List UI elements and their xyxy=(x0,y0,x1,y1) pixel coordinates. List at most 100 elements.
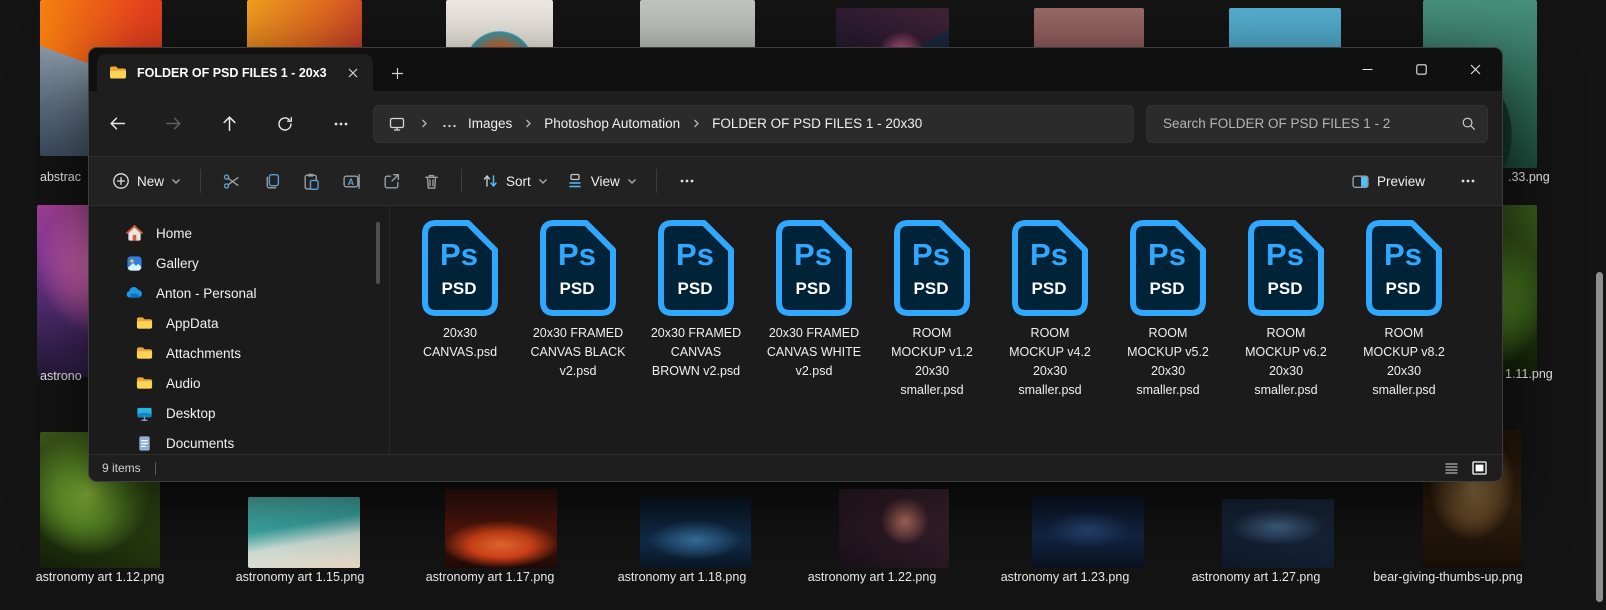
view-icon xyxy=(566,172,584,190)
background-file-label: astronomy art 1.17.png xyxy=(425,570,555,584)
svg-text:Ps: Ps xyxy=(912,237,950,272)
psd-file-icon: Ps PSD xyxy=(1365,219,1443,317)
forward-button[interactable] xyxy=(155,107,191,141)
thumb-astronomy-1-17[interactable] xyxy=(445,489,557,568)
preview-pane-icon xyxy=(1351,172,1370,191)
file-item[interactable]: Ps PSD 20x30 FRAMED CANVAS BROWN v2.psd xyxy=(640,219,752,381)
sidebar-scrollbar[interactable] xyxy=(376,222,380,284)
folder-icon xyxy=(135,316,153,330)
tab-bar: FOLDER OF PSD FILES 1 - 20x3 xyxy=(89,48,1502,91)
file-item[interactable]: Ps PSD 20x30 FRAMED CANVAS WHITE v2.psd xyxy=(758,219,870,381)
svg-text:PSD: PSD xyxy=(1386,279,1421,298)
view-button[interactable]: View xyxy=(557,166,646,196)
svg-text:PSD: PSD xyxy=(1150,279,1185,298)
files-grid: Ps PSD 20x30 CANVAS.psd Ps PSD 20x30 FRAMED CAN… xyxy=(390,206,1502,454)
sidebar-item-gallery[interactable]: Gallery xyxy=(95,248,383,278)
explorer-tab[interactable]: FOLDER OF PSD FILES 1 - 20x3 xyxy=(97,54,373,91)
sidebar-item-audio[interactable]: Audio xyxy=(95,368,383,398)
background-file-label: astronomy art 1.18.png xyxy=(617,570,747,584)
svg-text:PSD: PSD xyxy=(1268,279,1303,298)
cut-button[interactable] xyxy=(211,164,251,198)
delete-button[interactable] xyxy=(411,164,451,198)
minimize-button[interactable] xyxy=(1340,52,1394,88)
sidebar-item-anton-personal[interactable]: Anton - Personal xyxy=(95,278,383,308)
sidebar-item-label: Desktop xyxy=(166,405,216,421)
paste-button[interactable] xyxy=(291,164,331,198)
chevron-right-icon xyxy=(689,118,703,129)
breadcrumb-item-1[interactable]: Images xyxy=(468,116,512,131)
file-name: ROOM MOCKUP v4.2 20x30 smaller.psd xyxy=(1009,326,1091,397)
chevron-down-icon xyxy=(538,176,548,186)
background-file-label: abstrac xyxy=(40,170,81,184)
sidebar-item-appdata[interactable]: AppData xyxy=(95,308,383,338)
file-item[interactable]: Ps PSD 20x30 FRAMED CANVAS BLACK v2.psd xyxy=(522,219,634,381)
file-item[interactable]: Ps PSD ROOM MOCKUP v5.2 20x30 smaller.psd xyxy=(1112,219,1224,400)
background-file-label: astronomy art 1.22.png xyxy=(807,570,937,584)
page-scrollbar[interactable] xyxy=(1596,272,1603,602)
sort-button[interactable]: Sort xyxy=(472,166,557,196)
search-icon[interactable] xyxy=(1460,115,1477,132)
svg-text:PSD: PSD xyxy=(796,279,831,298)
svg-text:PSD: PSD xyxy=(442,279,477,298)
background-file-label: 1.11.png xyxy=(1505,367,1553,381)
search-box[interactable] xyxy=(1146,104,1488,143)
maximize-button[interactable] xyxy=(1394,52,1448,88)
background-file-label: bear-giving-thumbs-up.png xyxy=(1373,570,1523,584)
copy-button[interactable] xyxy=(251,164,291,198)
back-button[interactable] xyxy=(99,107,135,141)
search-input[interactable] xyxy=(1161,115,1460,132)
svg-text:Ps: Ps xyxy=(1030,237,1068,272)
sidebar-item-desktop[interactable]: Desktop xyxy=(95,398,383,428)
file-item[interactable]: Ps PSD ROOM MOCKUP v1.2 20x30 smaller.psd xyxy=(876,219,988,400)
folder-icon xyxy=(135,376,153,390)
psd-file-icon: Ps PSD xyxy=(1247,219,1325,317)
home-icon xyxy=(125,224,143,242)
breadcrumb-item-2[interactable]: Photoshop Automation xyxy=(544,116,680,131)
background-file-label: astronomy art 1.23.png xyxy=(1000,570,1130,584)
this-pc-icon[interactable] xyxy=(386,115,408,133)
refresh-button[interactable] xyxy=(267,107,303,141)
background-file-label: .33.png xyxy=(1508,170,1550,184)
rename-button[interactable]: A xyxy=(331,164,371,198)
toolbar-more-icon[interactable] xyxy=(667,164,707,198)
sidebar-item-attachments[interactable]: Attachments xyxy=(95,338,383,368)
sidebar-item-home[interactable]: Home xyxy=(95,218,383,248)
details-view-icon[interactable] xyxy=(1442,459,1461,477)
thumb-astronomy-1-15[interactable] xyxy=(248,497,360,568)
file-name: 20x30 CANVAS.psd xyxy=(422,326,498,359)
breadcrumb-overflow-icon[interactable] xyxy=(440,119,459,129)
thumb-astronomy-1-22[interactable] xyxy=(839,489,949,568)
file-name: ROOM MOCKUP v5.2 20x30 smaller.psd xyxy=(1127,326,1209,397)
tab-close-icon[interactable] xyxy=(343,63,363,83)
share-button[interactable] xyxy=(371,164,411,198)
psd-file-icon: Ps PSD xyxy=(657,219,735,317)
close-window-button[interactable] xyxy=(1448,52,1502,88)
svg-text:Ps: Ps xyxy=(1148,237,1186,272)
sidebar-item-label: Audio xyxy=(166,375,201,391)
file-item[interactable]: Ps PSD ROOM MOCKUP v8.2 20x30 smaller.psd xyxy=(1348,219,1460,400)
new-tab-button[interactable] xyxy=(387,63,407,83)
svg-text:Ps: Ps xyxy=(558,237,596,272)
sidebar-item-documents[interactable]: Documents xyxy=(95,428,383,458)
onedrive-icon xyxy=(125,284,143,302)
psd-file-icon: Ps PSD xyxy=(1129,219,1207,317)
file-item[interactable]: Ps PSD ROOM MOCKUP v4.2 20x30 smaller.psd xyxy=(994,219,1106,400)
preview-toggle[interactable]: Preview xyxy=(1342,166,1434,197)
new-button[interactable]: New xyxy=(103,166,190,196)
breadcrumb-item-3[interactable]: FOLDER OF PSD FILES 1 - 20x30 xyxy=(712,116,922,131)
thumb-astronomy-1-18[interactable] xyxy=(640,497,751,568)
breadcrumb[interactable]: Images Photoshop Automation FOLDER OF PSD … xyxy=(373,104,1134,143)
file-name: 20x30 FRAMED CANVAS BROWN v2.psd xyxy=(650,326,742,378)
thumb-astronomy-1-23[interactable] xyxy=(1032,497,1144,568)
chevron-down-icon xyxy=(627,176,637,186)
up-button[interactable] xyxy=(211,107,247,141)
thumbnail-view-icon[interactable] xyxy=(1470,459,1489,477)
thumb-astronomy-1-27[interactable] xyxy=(1222,499,1334,568)
background-file-label: astronomy art 1.27.png xyxy=(1191,570,1321,584)
file-item[interactable]: Ps PSD 20x30 CANVAS.psd xyxy=(404,219,516,362)
file-item[interactable]: Ps PSD ROOM MOCKUP v6.2 20x30 smaller.psd xyxy=(1230,219,1342,400)
preview-more-icon[interactable] xyxy=(1448,164,1488,198)
status-separator xyxy=(154,461,156,475)
plus-circle-icon xyxy=(112,172,130,190)
nav-more-icon[interactable] xyxy=(323,107,359,141)
